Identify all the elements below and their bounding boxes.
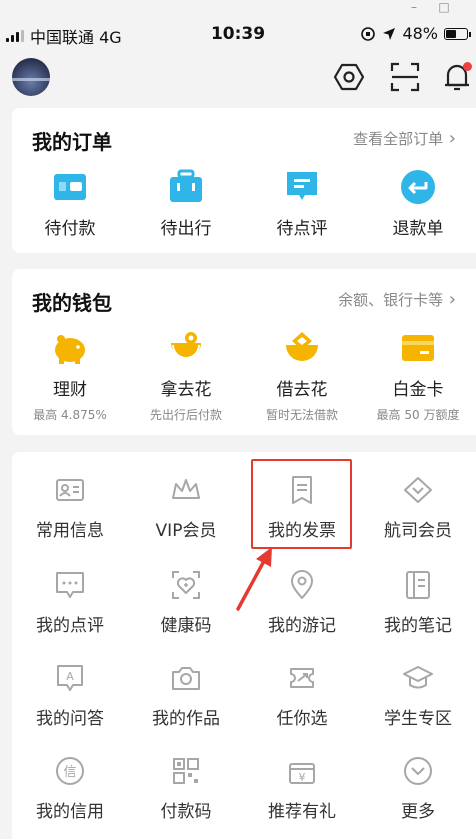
- rotation-lock-icon: [361, 26, 376, 41]
- borrow-icon: [286, 332, 318, 361]
- order-refunds[interactable]: 退款单: [360, 168, 476, 239]
- more-chevron-icon: [404, 757, 432, 785]
- tool-qa[interactable]: A 我的问答: [12, 662, 128, 729]
- tool-my-notes[interactable]: 我的笔记: [360, 569, 476, 636]
- credit-icon: 信: [56, 757, 84, 785]
- notebook-icon: [406, 571, 430, 599]
- diamond-icon: [404, 477, 432, 503]
- qr-code-icon: [173, 758, 199, 784]
- id-card-icon: [56, 479, 84, 501]
- camera-icon: [172, 667, 200, 690]
- maximize-button[interactable]: □: [434, 0, 454, 16]
- order-pending-travel[interactable]: 待出行: [128, 168, 244, 239]
- platinum-card-icon: [402, 335, 434, 361]
- wallet-platinum-card[interactable]: 白金卡 最高 50 万额度: [360, 329, 476, 423]
- tool-pick-any[interactable]: 任你选: [244, 662, 360, 729]
- tool-refer-reward[interactable]: ¥ 推荐有礼: [244, 755, 360, 822]
- comment-icon: [287, 172, 317, 200]
- wallet-title: 我的钱包: [32, 291, 112, 315]
- tool-airline-member[interactable]: 航司会员: [360, 474, 476, 541]
- order-pending-payment[interactable]: 待付款: [12, 168, 128, 239]
- health-code-icon: [172, 571, 200, 599]
- tool-vip[interactable]: VIP会员: [128, 474, 244, 541]
- wallet-borrow[interactable]: 借去花 暂时无法借款: [244, 329, 360, 423]
- order-pending-review[interactable]: 待点评: [244, 168, 360, 239]
- wallet-balance-link[interactable]: 余额、银行卡等: [338, 289, 456, 310]
- tools-row: 信 我的信用 付款码 ¥ 推荐有礼 更多: [12, 755, 476, 822]
- svg-text:信: 信: [63, 765, 76, 780]
- tools-card: 常用信息 VIP会员 我的发票 航司会员 我的点评 健康码 我的游记 我的笔记 …: [12, 452, 476, 839]
- annotation-arrow: [236, 547, 272, 611]
- status-bar: 中国联通 4G 10:39 48%: [0, 18, 476, 50]
- tools-row: A 我的问答 我的作品 任你选 学生专区: [12, 662, 476, 729]
- crown-icon: [172, 479, 200, 499]
- wallet-card: 我的钱包 余额、银行卡等 理财 最高 4.875% 拿去花 先出行后付款 借去花…: [12, 269, 476, 435]
- wallet-finance[interactable]: 理财 最高 4.875%: [12, 329, 128, 423]
- tool-payment-code[interactable]: 付款码: [128, 755, 244, 822]
- tool-my-works[interactable]: 我的作品: [128, 662, 244, 729]
- location-pin-icon: [291, 570, 313, 599]
- settings-hexagon-icon[interactable]: [332, 60, 366, 94]
- tool-more[interactable]: 更多: [360, 755, 476, 822]
- svg-text:A: A: [66, 670, 74, 683]
- tool-my-credit[interactable]: 信 我的信用: [12, 755, 128, 822]
- wallet-spend-later[interactable]: 拿去花 先出行后付款: [128, 329, 244, 423]
- avatar[interactable]: [12, 58, 50, 96]
- view-all-orders-link[interactable]: 查看全部订单: [353, 128, 456, 149]
- svg-text:¥: ¥: [299, 771, 306, 784]
- tool-frequent-info[interactable]: 常用信息: [12, 474, 128, 541]
- tool-student-zone[interactable]: 学生专区: [360, 662, 476, 729]
- piggy-bank-icon: [55, 335, 85, 364]
- graduation-cap-icon: [403, 666, 433, 689]
- notification-dot: [463, 62, 472, 71]
- location-arrow-icon: [383, 27, 396, 40]
- highlight-box: [251, 459, 352, 549]
- notification-bell-button[interactable]: [440, 60, 474, 94]
- orders-title: 我的订单: [32, 130, 112, 154]
- qa-icon: A: [57, 665, 83, 691]
- tool-my-reviews[interactable]: 我的点评: [12, 569, 128, 636]
- refund-icon: [401, 170, 435, 204]
- orders-card: 我的订单 查看全部订单 待付款 待出行 待点评 退款单: [12, 108, 476, 253]
- minimize-button[interactable]: –: [404, 0, 424, 16]
- tool-health-code[interactable]: 健康码: [128, 569, 244, 636]
- gift-yen-icon: ¥: [289, 763, 315, 784]
- wallet-icon: [54, 174, 86, 200]
- scan-icon[interactable]: [388, 60, 422, 94]
- suitcase-icon: [170, 169, 202, 202]
- tools-row: 常用信息 VIP会员 我的发票 航司会员: [12, 474, 476, 541]
- top-nav: [0, 50, 476, 106]
- battery-percent: 48%: [402, 24, 438, 43]
- spend-icon: [171, 332, 201, 359]
- ticket-plane-icon: [290, 668, 314, 688]
- battery-icon: [444, 27, 471, 40]
- window-title-bar: – □: [0, 0, 476, 18]
- chat-bubble-icon: [56, 572, 84, 598]
